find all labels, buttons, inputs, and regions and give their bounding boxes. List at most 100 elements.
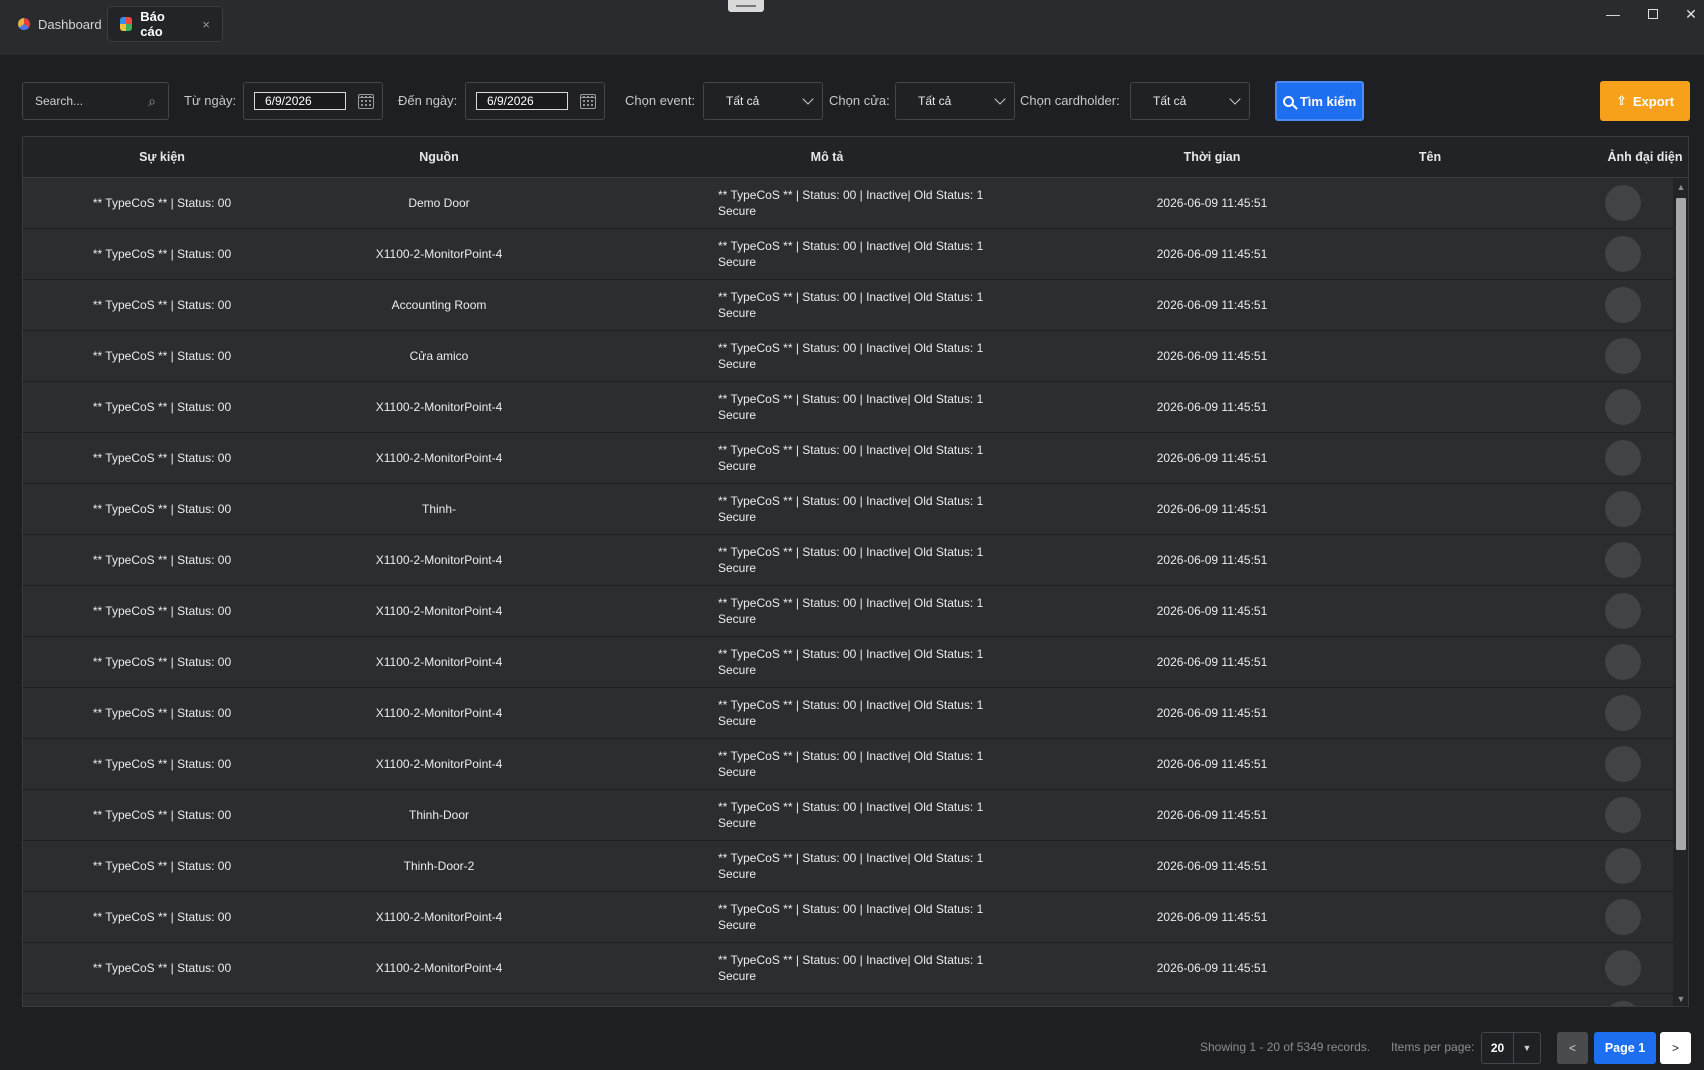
- cardholder-select[interactable]: Tất cả: [1130, 82, 1250, 120]
- description-line: ** TypeCoS ** | Status: 00 | Inactive| O…: [718, 392, 984, 406]
- avatar[interactable]: [1605, 185, 1641, 221]
- table-row[interactable]: ** TypeCoS ** | Status: 00 X1100-2-Monito…: [23, 739, 1673, 790]
- next-page-button[interactable]: >: [1660, 1032, 1691, 1064]
- cell-description: ** TypeCoS ** | Status: 00 | Inactive| O…: [718, 544, 1038, 576]
- door-select[interactable]: Tất cả: [895, 82, 1015, 120]
- from-date-picker[interactable]: 6/9/2026: [243, 82, 383, 120]
- column-header-source[interactable]: Nguồn: [301, 137, 577, 178]
- search-input[interactable]: [35, 94, 135, 108]
- to-date-label: Đến ngày:: [398, 93, 458, 108]
- cell-event: ** TypeCoS ** | Status: 00: [92, 655, 232, 669]
- column-header-description[interactable]: Mô tả: [577, 137, 1077, 178]
- avatar[interactable]: [1605, 236, 1641, 272]
- cell-event: ** TypeCoS ** | Status: 00: [92, 298, 232, 312]
- vertical-scrollbar[interactable]: ▲ ▼: [1673, 178, 1688, 1006]
- items-per-page-select[interactable]: 20 ▼: [1481, 1032, 1541, 1064]
- description-line: ** TypeCoS ** | Status: 00 | Inactive| O…: [718, 749, 984, 763]
- drag-handle[interactable]: [728, 0, 764, 12]
- from-date-value[interactable]: 6/9/2026: [254, 92, 346, 110]
- table-row[interactable]: [23, 994, 1673, 1006]
- cell-description: ** TypeCoS ** | Status: 00 | Inactive| O…: [718, 187, 1038, 219]
- close-window-button[interactable]: ✕: [1676, 4, 1704, 24]
- tab-dashboard[interactable]: Dashboard: [6, 6, 114, 42]
- table-row[interactable]: ** TypeCoS ** | Status: 00 Demo Door ** Ty…: [23, 178, 1673, 229]
- cell-time: 2026-06-09 11:45:51: [1156, 349, 1268, 363]
- tab-close-icon[interactable]: ×: [202, 17, 210, 32]
- avatar[interactable]: [1605, 389, 1641, 425]
- avatar[interactable]: [1605, 950, 1641, 986]
- avatar[interactable]: [1605, 746, 1641, 782]
- maximize-icon: [1648, 9, 1658, 19]
- table-row[interactable]: ** TypeCoS ** | Status: 00 X1100-2-Monito…: [23, 688, 1673, 739]
- scroll-thumb[interactable]: [1676, 198, 1686, 850]
- column-header-time[interactable]: Thời gian: [1077, 137, 1347, 178]
- to-date-picker[interactable]: 6/9/2026: [465, 82, 605, 120]
- column-header-event[interactable]: Sự kiện: [23, 137, 301, 178]
- cell-name: [1347, 535, 1513, 585]
- description-line: Secure: [718, 663, 757, 677]
- cell-source: Cửa amico: [409, 349, 469, 363]
- avatar[interactable]: [1605, 1001, 1641, 1006]
- cell-name: [1347, 484, 1513, 534]
- avatar[interactable]: [1605, 848, 1641, 884]
- search-icon[interactable]: ⌕: [148, 93, 156, 110]
- avatar[interactable]: [1605, 695, 1641, 731]
- to-date-value[interactable]: 6/9/2026: [476, 92, 568, 110]
- table-row[interactable]: ** TypeCoS ** | Status: 00 X1100-2-Monito…: [23, 433, 1673, 484]
- avatar[interactable]: [1605, 440, 1641, 476]
- cell-source: X1100-2-MonitorPoint-4: [375, 247, 503, 261]
- upload-icon: ⇪: [1615, 93, 1627, 108]
- calendar-icon[interactable]: [358, 93, 374, 109]
- cell-description: ** TypeCoS ** | Status: 00 | Inactive| O…: [718, 391, 1038, 423]
- event-select[interactable]: Tất cả: [703, 82, 823, 120]
- description-line: Secure: [718, 765, 757, 779]
- table-row[interactable]: ** TypeCoS ** | Status: 00 Cửa amico ** Ty…: [23, 331, 1673, 382]
- table-row[interactable]: ** TypeCoS ** | Status: 00 X1100-2-Monito…: [23, 229, 1673, 280]
- maximize-button[interactable]: [1638, 4, 1668, 24]
- export-button[interactable]: ⇪ Export: [1600, 81, 1690, 121]
- avatar[interactable]: [1605, 797, 1641, 833]
- current-page-button[interactable]: Page 1: [1594, 1032, 1656, 1064]
- report-icon: [120, 17, 133, 31]
- table-row[interactable]: ** TypeCoS ** | Status: 00 X1100-2-Monito…: [23, 943, 1673, 994]
- table-row[interactable]: ** TypeCoS ** | Status: 00 Thinh-Door ** T…: [23, 790, 1673, 841]
- cell-time: 2026-06-09 11:45:51: [1156, 706, 1268, 720]
- cell-description: ** TypeCoS ** | Status: 00 | Inactive| O…: [718, 799, 1038, 831]
- avatar[interactable]: [1605, 644, 1641, 680]
- avatar[interactable]: [1605, 338, 1641, 374]
- description-line: Secure: [718, 714, 757, 728]
- description-line: Secure: [718, 867, 757, 881]
- cell-source: Accounting Room: [391, 298, 487, 312]
- table-row[interactable]: ** TypeCoS ** | Status: 00 Thinh-Door-2 **…: [23, 841, 1673, 892]
- table-row[interactable]: ** TypeCoS ** | Status: 00 X1100-2-Monito…: [23, 637, 1673, 688]
- table-row[interactable]: ** TypeCoS ** | Status: 00 Thinh- ** TypeC…: [23, 484, 1673, 535]
- table-row[interactable]: ** TypeCoS ** | Status: 00 Accounting Roo…: [23, 280, 1673, 331]
- previous-page-button[interactable]: <: [1557, 1032, 1588, 1064]
- items-per-page-label: Items per page:: [1391, 1040, 1475, 1054]
- table-row[interactable]: ** TypeCoS ** | Status: 00 X1100-2-Monito…: [23, 586, 1673, 637]
- search-button[interactable]: Tìm kiếm: [1275, 81, 1364, 121]
- avatar[interactable]: [1605, 542, 1641, 578]
- cell-time: 2026-06-09 11:45:51: [1156, 604, 1268, 618]
- scroll-up-icon[interactable]: ▲: [1676, 182, 1686, 192]
- table-row[interactable]: ** TypeCoS ** | Status: 00 X1100-2-Monito…: [23, 382, 1673, 433]
- avatar[interactable]: [1605, 593, 1641, 629]
- avatar[interactable]: [1605, 491, 1641, 527]
- avatar[interactable]: [1605, 287, 1641, 323]
- export-button-label: Export: [1632, 93, 1675, 109]
- minimize-button[interactable]: —: [1598, 4, 1628, 24]
- column-header-avatar[interactable]: Ảnh đại diện: [1563, 137, 1688, 178]
- description-line: ** TypeCoS ** | Status: 00 | Inactive| O…: [718, 851, 984, 865]
- table-row[interactable]: ** TypeCoS ** | Status: 00 X1100-2-Monito…: [23, 892, 1673, 943]
- scroll-down-icon[interactable]: ▼: [1676, 994, 1686, 1004]
- tab-report[interactable]: Báo cáo ×: [107, 6, 223, 42]
- calendar-icon[interactable]: [580, 93, 596, 109]
- cell-description: ** TypeCoS ** | Status: 00 | Inactive| O…: [718, 850, 1038, 882]
- cell-description: ** TypeCoS ** | Status: 00 | Inactive| O…: [718, 493, 1038, 525]
- cell-source: Thinh-: [421, 502, 456, 516]
- table-row[interactable]: ** TypeCoS ** | Status: 00 X1100-2-Monito…: [23, 535, 1673, 586]
- magnifier-icon: [1282, 95, 1294, 107]
- column-header-name[interactable]: Tên: [1347, 137, 1513, 178]
- avatar[interactable]: [1605, 899, 1641, 935]
- table-body: ** TypeCoS ** | Status: 00 Demo Door ** Ty…: [23, 178, 1673, 1006]
